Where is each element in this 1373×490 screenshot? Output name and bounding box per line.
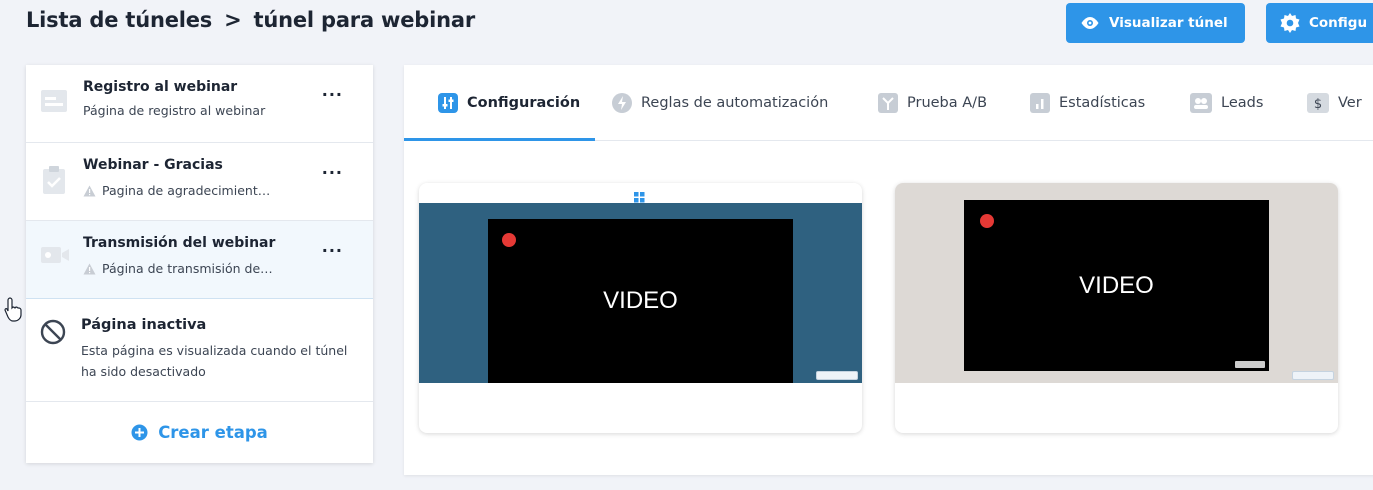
breadcrumb-separator: > — [224, 8, 242, 32]
mute-icon — [980, 214, 994, 228]
hand-pointer-icon — [4, 296, 24, 326]
tab-bar: Configuración Reglas de automatización P… — [404, 65, 1373, 141]
configure-button[interactable]: Configu — [1266, 3, 1373, 43]
warning-icon — [83, 263, 96, 275]
dollar-glyph: $ — [1314, 97, 1322, 112]
visualize-tunnel-label: Visualizar túnel — [1109, 15, 1228, 31]
page-title: túnel para webinar — [253, 8, 476, 32]
stage-transmision[interactable]: Transmisión del webinar Página de transm… — [26, 221, 373, 299]
blocked-icon — [40, 319, 66, 349]
warning-icon — [83, 185, 96, 197]
split-icon — [878, 93, 898, 113]
tab-label: Estadísticas — [1059, 95, 1146, 111]
tab-estadisticas[interactable]: Estadísticas — [1030, 93, 1145, 113]
stages-sidebar: Registro al webinar Página de registro a… — [26, 65, 373, 463]
tab-ventas[interactable]: $ Ver — [1307, 93, 1362, 113]
stage-inactive[interactable]: Página inactiva Esta página es visualiza… — [26, 299, 373, 401]
tab-label: Prueba A/B — [907, 95, 988, 111]
mute-icon — [502, 233, 516, 247]
tab-label: Ver — [1338, 95, 1362, 111]
tab-prueba-ab[interactable]: Prueba A/B — [878, 93, 987, 113]
breadcrumb: Lista de túneles > túnel para webinar — [26, 8, 475, 32]
page-preview-thumbnail: VIDEO — [419, 183, 862, 383]
tab-leads[interactable]: Leads — [1190, 93, 1263, 113]
sliders-icon — [438, 93, 458, 113]
breadcrumb-root-link[interactable]: Lista de túneles — [26, 8, 212, 32]
stage-menu-button[interactable]: ... — [322, 81, 343, 100]
eye-icon — [1080, 16, 1100, 30]
youtube-logo-icon — [1235, 361, 1265, 368]
stage-subtitle: Página de transmisión de… — [83, 259, 305, 278]
stage-menu-button[interactable]: ... — [322, 237, 343, 256]
tab-label: Reglas de automatización — [641, 95, 829, 111]
visualize-tunnel-button[interactable]: Visualizar túnel — [1066, 3, 1245, 43]
stage-gracias[interactable]: Webinar - Gracias Pagina de agradecimien… — [26, 143, 373, 221]
chat-badge — [1292, 371, 1334, 380]
video-placeholder: VIDEO — [488, 219, 793, 383]
tab-reglas[interactable]: Reglas de automatización — [612, 93, 828, 113]
dollar-icon: $ — [1307, 93, 1329, 113]
page-preview-thumbnail: VIDEO — [895, 183, 1338, 383]
configure-label: Configu — [1309, 15, 1368, 31]
clipboard-check-icon — [40, 165, 68, 194]
video-camera-icon — [40, 243, 69, 271]
stage-subtitle-text: Página de transmisión de… — [102, 261, 273, 276]
bolt-icon — [612, 93, 632, 113]
create-stage-button[interactable]: Crear etapa — [26, 401, 373, 463]
form-page-icon — [40, 87, 68, 115]
page-preview-card[interactable]: VIDEO — [419, 183, 862, 433]
users-icon — [1190, 93, 1212, 113]
stage-registro[interactable]: Registro al webinar Página de registro a… — [26, 65, 373, 143]
video-placeholder: VIDEO — [964, 200, 1269, 371]
bar-chart-icon — [1030, 93, 1050, 113]
inactive-description: Esta página es visualizada cuando el tún… — [81, 343, 348, 379]
page-preview-card[interactable]: VIDEO — [895, 183, 1338, 433]
stage-subtitle: Pagina de agradecimient… — [83, 181, 305, 200]
main-panel: Configuración Reglas de automatización P… — [404, 65, 1373, 475]
tab-configuracion[interactable]: Configuración — [438, 93, 580, 113]
active-tab-indicator — [404, 138, 595, 141]
stage-subtitle-text: Pagina de agradecimient… — [102, 183, 271, 198]
stage-menu-button[interactable]: ... — [322, 159, 343, 178]
stage-subtitle: Página de registro al webinar — [83, 103, 266, 118]
chat-badge — [816, 371, 858, 380]
gear-icon — [1280, 13, 1300, 33]
tab-label: Leads — [1221, 95, 1264, 111]
create-stage-label: Crear etapa — [158, 423, 268, 442]
inactive-title: Página inactiva — [81, 317, 207, 333]
plus-circle-icon — [131, 424, 148, 441]
tab-label: Configuración — [467, 95, 581, 111]
